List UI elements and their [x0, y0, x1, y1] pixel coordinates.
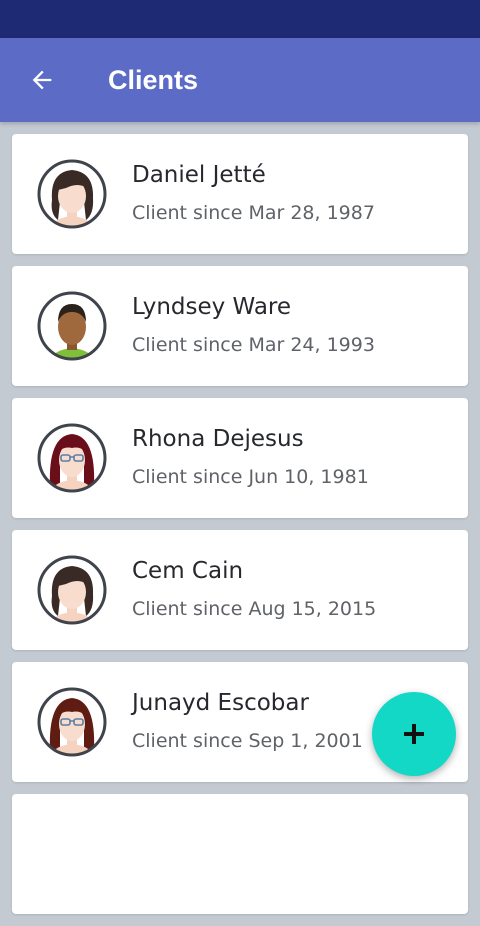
client-name: Cem Cain	[132, 558, 244, 584]
plus-icon	[404, 724, 424, 744]
client-card[interactable]: Cem Cain Client since Aug 15, 2015	[12, 530, 468, 650]
man-avatar-icon	[37, 291, 107, 361]
add-client-button[interactable]	[372, 692, 456, 776]
client-since: Client since Mar 28, 1987	[132, 202, 375, 224]
app-bar: Clients	[0, 38, 480, 122]
client-card-partial[interactable]	[12, 794, 468, 914]
client-name: Daniel Jetté	[132, 162, 266, 188]
client-name: Junayd Escobar	[132, 690, 309, 716]
arrow-left-icon	[32, 70, 52, 90]
woman-avatar-icon	[37, 555, 107, 625]
status-bar	[0, 0, 480, 38]
client-since: Client since Jun 10, 1981	[132, 466, 369, 488]
client-since: Client since Aug 15, 2015	[132, 598, 377, 620]
back-button[interactable]	[18, 58, 66, 102]
client-card[interactable]: Lyndsey Ware Client since Mar 24, 1993	[12, 266, 468, 386]
client-since: Client since Mar 24, 1993	[132, 334, 375, 356]
page-title: Clients	[108, 65, 199, 95]
woman-glasses-avatar-icon	[37, 687, 107, 757]
woman-glasses-avatar-icon	[37, 423, 107, 493]
client-name: Lyndsey Ware	[132, 294, 292, 320]
client-since: Client since Sep 1, 2001	[132, 730, 363, 752]
woman-avatar-icon	[37, 159, 107, 229]
client-list: Daniel Jetté Client since Mar 28, 1987 L…	[12, 134, 468, 926]
client-name: Rhona Dejesus	[132, 426, 304, 452]
client-card[interactable]: Daniel Jetté Client since Mar 28, 1987	[12, 134, 468, 254]
client-card[interactable]: Rhona Dejesus Client since Jun 10, 1981	[12, 398, 468, 518]
